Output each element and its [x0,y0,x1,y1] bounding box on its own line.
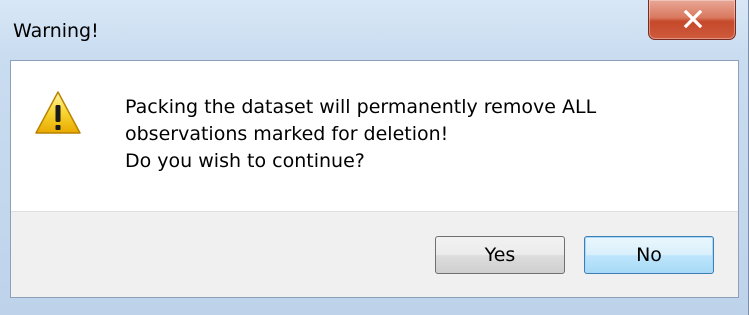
no-button[interactable]: No [584,236,714,274]
dialog-body: Packing the dataset will permanently rem… [10,60,739,298]
message-line: observations marked for deletion! [125,123,449,145]
message-line: Packing the dataset will permanently rem… [125,96,597,118]
warning-message: Packing the dataset will permanently rem… [125,94,596,175]
close-icon [683,10,703,28]
warning-dialog-window: Warning! Packing the dataset will perman… [0,0,749,315]
message-area: Packing the dataset will permanently rem… [11,61,738,211]
button-bar: Yes No [11,211,738,297]
window-title: Warning! [13,20,99,42]
yes-button[interactable]: Yes [435,236,565,274]
close-button[interactable] [648,0,736,40]
title-bar[interactable]: Warning! [0,0,749,58]
warning-icon [35,91,81,134]
message-line: Do you wish to continue? [125,150,365,172]
